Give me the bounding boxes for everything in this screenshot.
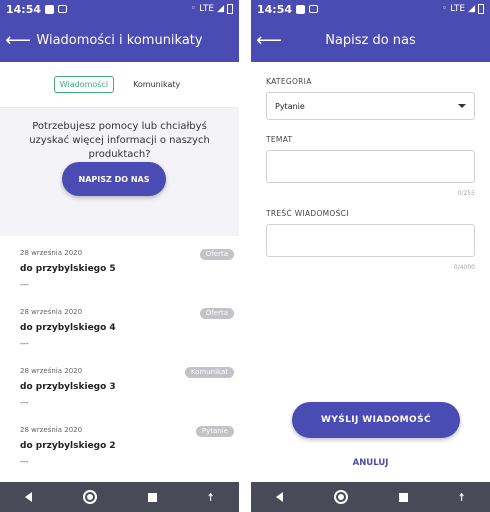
message-title: do przybylskiego 5	[20, 264, 116, 274]
category-value: Pytanie	[275, 101, 305, 111]
nav-back-icon[interactable]	[276, 492, 284, 502]
nav-recents-icon[interactable]	[398, 492, 408, 502]
message-title: do przybylskiego 3	[20, 382, 116, 392]
signal-icon: ◢	[217, 4, 224, 14]
nav-home-icon[interactable]	[83, 490, 98, 504]
back-arrow-icon[interactable]: ⟵	[0, 30, 36, 51]
subject-input[interactable]	[266, 150, 475, 183]
network-type: LTE	[450, 4, 466, 14]
screen-divider	[239, 0, 251, 512]
signal-icon: ◢	[468, 4, 475, 14]
app-bar: ⟵ Wiadomości i komunikaty	[0, 18, 239, 62]
subject-counter: 0/255	[457, 190, 475, 197]
message-counter: 0/4000	[453, 264, 475, 271]
status-time: 14:54	[257, 2, 293, 16]
notification-b-icon	[296, 4, 306, 14]
list-item[interactable]: 28 września 2020 Oferta do przybylskiego…	[0, 236, 239, 295]
message-date: 28 września 2020	[20, 367, 83, 375]
write-to-us-button[interactable]: NAPISZ DO NAS	[62, 162, 166, 196]
message-preview: ---	[20, 457, 29, 466]
nav-recents-icon[interactable]	[147, 492, 157, 502]
dropdown-caret-icon	[458, 104, 466, 108]
message-input[interactable]	[266, 224, 475, 257]
battery-icon	[478, 4, 484, 14]
nav-home-icon[interactable]	[334, 490, 349, 504]
help-text: Potrzebujesz pomocy lub chciałbyś uzyska…	[29, 121, 210, 160]
wifi-icon: ◦	[190, 4, 197, 14]
cancel-button[interactable]: ANULUJ	[251, 458, 490, 468]
contact-form: KATEGORIA Pytanie TEMAT 0/255 TREŚĆ WIAD…	[251, 77, 490, 271]
send-message-button[interactable]: WYŚLIJ WIADOMOŚĆ	[292, 402, 460, 438]
status-bar: 14:54 ◦ LTE ◢	[0, 0, 239, 18]
message-title: do przybylskiego 2	[20, 441, 116, 451]
message-preview: ---	[20, 339, 29, 348]
category-select[interactable]: Pytanie	[266, 92, 475, 120]
subject-label: TEMAT	[266, 135, 293, 144]
category-label: KATEGORIA	[266, 77, 312, 86]
help-panel: Potrzebujesz pomocy lub chciałbyś uzyska…	[0, 108, 239, 236]
message-date: 28 września 2020	[20, 249, 83, 257]
tab-bar: Wiadomości Komunikaty	[0, 62, 239, 108]
system-nav-bar: ☨	[0, 482, 239, 512]
tab-messages[interactable]: Wiadomości	[53, 76, 115, 93]
message-label: TREŚĆ WIADOMOŚCI	[266, 209, 349, 218]
message-title: do przybylskiego 4	[20, 323, 116, 333]
message-date: 28 września 2020	[20, 426, 83, 434]
list-item[interactable]: 28 września 2020 Oferta do przybylskiego…	[0, 295, 239, 354]
message-date: 28 września 2020	[20, 308, 83, 316]
compose-screen: 14:54 ◦ LTE ◢ ⟵ Napisz do nas KATEGORIA …	[251, 0, 490, 512]
message-preview: ---	[20, 280, 29, 289]
nav-back-icon[interactable]	[25, 492, 33, 502]
notification-image-icon	[58, 5, 68, 13]
system-nav-bar: ☨	[251, 482, 490, 512]
battery-icon	[227, 4, 233, 14]
category-badge: Pytanie	[195, 426, 234, 437]
network-type: LTE	[199, 4, 215, 14]
category-badge: Oferta	[199, 249, 234, 260]
list-item[interactable]: 28 września 2020 Komunikat do przybylski…	[0, 354, 239, 413]
list-item[interactable]: 28 września 2020 Pytanie do przybylskieg…	[0, 413, 239, 472]
accessibility-icon[interactable]: ☨	[208, 492, 214, 503]
back-arrow-icon[interactable]: ⟵	[251, 30, 287, 51]
category-badge: Komunikat	[184, 367, 234, 378]
messages-screen: 14:54 ◦ LTE ◢ ⟵ Wiadomości i komunikaty …	[0, 0, 239, 512]
tab-announcements[interactable]: Komunikaty	[128, 77, 185, 92]
message-preview: ---	[20, 398, 29, 407]
accessibility-icon[interactable]: ☨	[459, 492, 465, 503]
category-badge: Oferta	[199, 308, 234, 319]
wifi-icon: ◦	[441, 4, 448, 14]
message-list: 28 września 2020 Oferta do przybylskiego…	[0, 236, 239, 472]
status-bar: 14:54 ◦ LTE ◢	[251, 0, 490, 18]
app-bar: ⟵ Napisz do nas	[251, 18, 490, 62]
notification-b-icon	[45, 4, 55, 14]
status-time: 14:54	[6, 2, 42, 16]
notification-image-icon	[309, 5, 319, 13]
